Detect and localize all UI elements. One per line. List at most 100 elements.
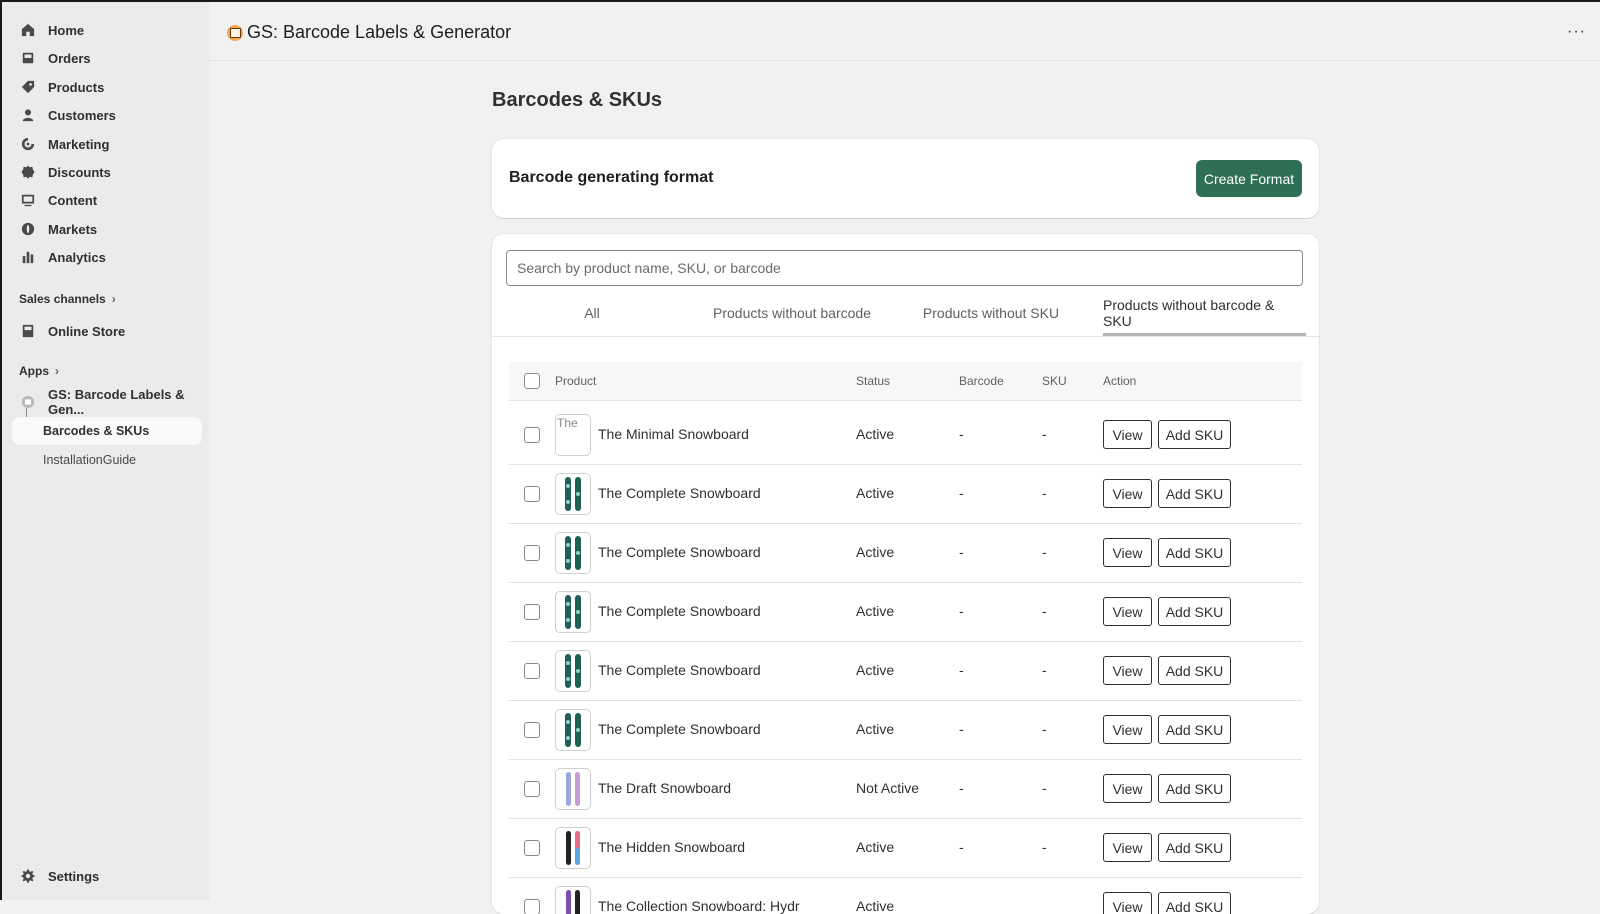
product-status: Active (856, 603, 895, 619)
table-row: The Complete Snowboard Active - - View Add SK… (509, 641, 1302, 701)
product-name: The Complete Snowboard (598, 721, 761, 737)
column-header-action: Action (1103, 374, 1137, 388)
tab-without-sku[interactable]: Products without SKU (919, 290, 1063, 336)
product-thumbnail (555, 709, 591, 751)
product-name: The Hidden Snowboard (598, 839, 746, 855)
view-button[interactable]: View (1103, 420, 1152, 449)
sidebar-item-label: Analytics (48, 249, 106, 265)
row-checkbox[interactable] (524, 899, 540, 914)
sidebar-item-online-store[interactable]: Online Store (12, 317, 202, 345)
barcode-format-card: Barcode generating format Create Format (492, 139, 1319, 218)
add-sku-button[interactable]: Add SKU (1158, 774, 1231, 803)
sidebar-item-label: Home (48, 22, 85, 38)
sidebar-item-customers[interactable]: Customers (12, 101, 202, 129)
sidebar-subitem-installation-guide[interactable]: InstallationGuide (12, 446, 202, 474)
product-status: Active (856, 544, 895, 560)
product-name: The Complete Snowboard (598, 662, 761, 678)
view-button[interactable]: View (1103, 597, 1152, 626)
add-sku-button[interactable]: Add SKU (1158, 715, 1231, 744)
chevron-right-icon: › (111, 292, 116, 306)
add-sku-button[interactable]: Add SKU (1158, 833, 1231, 862)
sidebar-item-discounts[interactable]: Discounts (12, 158, 202, 186)
view-button[interactable]: View (1103, 479, 1152, 508)
search-input[interactable] (506, 250, 1303, 286)
create-format-button[interactable]: Create Format (1196, 160, 1302, 197)
sidebar-item-analytics[interactable]: Analytics (12, 243, 202, 271)
product-status: Active (856, 721, 895, 737)
product-thumbnail (555, 650, 591, 692)
view-button[interactable]: View (1103, 892, 1152, 914)
product-thumbnail (555, 768, 591, 810)
table-row: The Complete Snowboard Active - - View Add SK… (509, 464, 1302, 524)
row-checkbox[interactable] (524, 545, 540, 561)
sidebar-item-content[interactable]: Content (12, 186, 202, 214)
table-row: The Hidden Snowboard Active - - View Add SKU (509, 818, 1302, 878)
sidebar-item-markets[interactable]: Markets (12, 215, 202, 243)
product-name: The Minimal Snowboard (598, 426, 749, 442)
row-checkbox[interactable] (524, 840, 540, 856)
sales-channels-header[interactable]: Sales channels › (19, 292, 116, 306)
sidebar-item-settings[interactable]: Settings (12, 862, 202, 890)
select-all-checkbox[interactable] (524, 373, 540, 389)
gear-icon (21, 869, 35, 883)
sidebar-item-label: Customers (48, 107, 116, 123)
sidebar-item-barcode-app[interactable]: GS: Barcode Labels & Gen... (12, 387, 202, 417)
row-checkbox[interactable] (524, 663, 540, 679)
orders-icon (21, 51, 35, 65)
table-row: The Collection Snowboard: Hydr Active View… (509, 877, 1302, 914)
view-button[interactable]: View (1103, 715, 1152, 744)
row-checkbox[interactable] (524, 781, 540, 797)
globe-icon (21, 222, 35, 236)
add-sku-button[interactable]: Add SKU (1158, 892, 1231, 914)
product-sku: - (1042, 662, 1047, 678)
sidebar-subitem-barcodes-skus[interactable]: Barcodes & SKUs (12, 417, 202, 445)
tab-without-barcode[interactable]: Products without barcode (708, 290, 876, 336)
app-logo-icon (227, 25, 243, 41)
product-name: The Collection Snowboard: Hydr (598, 898, 800, 914)
product-status: Active (856, 839, 895, 855)
apps-header[interactable]: Apps › (19, 364, 59, 378)
sidebar-item-marketing[interactable]: Marketing (12, 130, 202, 158)
row-checkbox[interactable] (524, 604, 540, 620)
more-actions-icon[interactable]: ··· (1567, 23, 1586, 41)
column-header-sku: SKU (1042, 374, 1067, 388)
sidebar-item-label: Marketing (48, 136, 110, 152)
add-sku-button[interactable]: Add SKU (1158, 656, 1231, 685)
table-header: Product Status Barcode SKU Action (509, 362, 1302, 401)
sidebar-item-label: Products (48, 79, 105, 95)
view-button[interactable]: View (1103, 833, 1152, 862)
tab-without-barcode-and-sku[interactable]: Products without barcode & SKU (1103, 290, 1306, 336)
app-header: GS: Barcode Labels & Generator ··· (210, 2, 1600, 61)
product-name: The Draft Snowboard (598, 780, 732, 796)
product-thumbnail (555, 591, 591, 633)
sidebar-item-label: Orders (48, 50, 91, 66)
page-title: Barcodes & SKUs (492, 89, 663, 111)
target-icon (21, 137, 35, 151)
add-sku-button[interactable]: Add SKU (1158, 597, 1231, 626)
sidebar-item-home[interactable]: Home (12, 16, 202, 44)
card-title: Barcode generating format (509, 169, 714, 186)
product-thumbnail: The (555, 414, 591, 456)
tab-all[interactable]: All (572, 290, 612, 336)
view-button[interactable]: View (1103, 656, 1152, 685)
add-sku-button[interactable]: Add SKU (1158, 420, 1231, 449)
view-button[interactable]: View (1103, 774, 1152, 803)
row-checkbox[interactable] (524, 427, 540, 443)
row-checkbox[interactable] (524, 722, 540, 738)
column-header-product: Product (555, 374, 597, 388)
product-name: The Complete Snowboard (598, 485, 761, 501)
product-barcode: - (959, 426, 964, 442)
add-sku-button[interactable]: Add SKU (1158, 538, 1231, 567)
view-button[interactable]: View (1103, 538, 1152, 567)
product-sku: - (1042, 544, 1047, 560)
sidebar-item-label: Online Store (48, 323, 126, 339)
sidebar-item-orders[interactable]: Orders (12, 44, 202, 72)
sidebar-item-products[interactable]: Products (12, 73, 202, 101)
add-sku-button[interactable]: Add SKU (1158, 479, 1231, 508)
filter-tabs: All Products without barcode Products wi… (492, 290, 1319, 337)
row-checkbox[interactable] (524, 486, 540, 502)
tag-icon (21, 80, 35, 94)
product-thumbnail (555, 827, 591, 869)
product-barcode: - (959, 662, 964, 678)
table-row: The Draft Snowboard Not Active - - View Add S… (509, 759, 1302, 819)
